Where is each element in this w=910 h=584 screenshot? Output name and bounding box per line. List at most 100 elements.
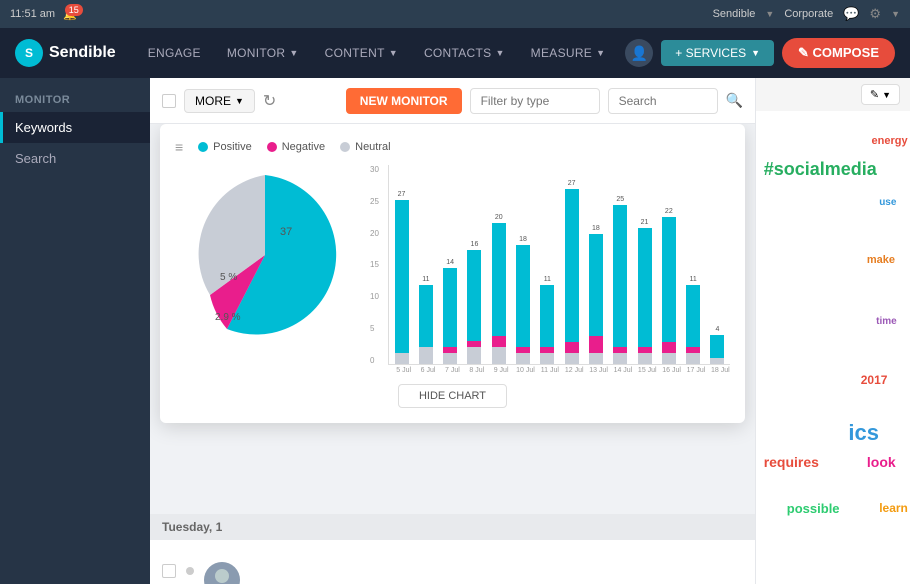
logo-icon: S [15,39,43,67]
bar-positive [467,250,481,341]
chevron-down-icon[interactable]: ▼ [891,9,900,19]
word-cloud-word[interactable]: ics [848,420,879,446]
bar-positive [565,189,579,342]
filter-input[interactable] [470,88,600,114]
bar-neutral [467,347,481,364]
bar-neutral [516,353,530,364]
nav-items: ENGAGE MONITOR ▼ CONTENT ▼ CONTACTS ▼ ME… [136,28,626,78]
chevron-down-icon: ▼ [495,48,504,58]
bar-group: 25 [611,165,630,364]
refresh-button[interactable]: ↻ [263,91,276,111]
word-cloud-word[interactable]: use [879,197,896,208]
nav-item-content[interactable]: CONTENT ▼ [313,28,410,78]
word-cloud-word[interactable]: 2017 [861,373,888,387]
chevron-down-icon: ▼ [389,48,398,58]
chat-icon[interactable]: 💬 [843,6,859,22]
bar-positive [662,217,676,342]
sidebar-item-keywords[interactable]: Keywords [0,112,150,143]
bar-positive [710,335,724,358]
bar-group: 11 [538,165,557,364]
word-cloud-word[interactable]: time [876,316,897,327]
user-avatar[interactable]: 👤 [625,39,653,67]
bar-group: 27 [562,165,581,364]
word-cloud-word[interactable]: possible [787,501,840,516]
bar-neutral [662,353,676,364]
word-cloud-word[interactable]: look [867,454,896,470]
select-all-checkbox[interactable] [162,94,176,108]
top-bar: 11:51 am 🔔 15 Sendible ▼ Corporate 💬 ⚙ ▼ [0,0,910,28]
bar-negative [662,342,676,353]
chart-overlay: ≡ Positive Negative Neutral [160,124,745,423]
bar-neutral [395,353,409,364]
nav-item-measure[interactable]: MEASURE ▼ [519,28,618,78]
feed-avatar [204,562,240,584]
corporate-label: Corporate [784,8,833,20]
content-toolbar: MORE ▼ ↻ NEW MONITOR 🔍 [150,78,755,124]
word-cloud-word[interactable]: requires [764,454,819,470]
bar-group: 14 [441,165,460,364]
gear-icon[interactable]: ⚙ [869,6,881,22]
neutral-color-dot [340,142,350,152]
bar-negative [492,336,506,347]
new-monitor-button[interactable]: NEW MONITOR [346,88,462,114]
bar-group: 21 [635,165,654,364]
legend-negative: Negative [267,141,325,153]
feed-item-placeholder [150,540,755,584]
chart-header: ≡ Positive Negative Neutral [175,139,730,155]
bar-positive [516,245,530,347]
bar-negative [565,342,579,353]
bar-neutral [613,353,627,364]
bar-neutral [638,353,652,364]
feed: ≡ Positive Negative Neutral [150,124,755,584]
word-cloud-word[interactable]: #socialmedia [764,159,877,180]
notification-bell[interactable]: 🔔 15 [63,8,77,21]
logo-text: Sendible [49,44,116,62]
sidebar: MONITOR Keywords Search [0,78,150,584]
hide-chart-button[interactable]: HIDE CHART [398,384,507,408]
sidebar-item-search[interactable]: Search [0,143,150,174]
nav-item-engage[interactable]: ENGAGE [136,28,213,78]
pencil-icon: ✎ [870,88,879,101]
feed-section-tuesday: Tuesday, 1 [150,514,755,540]
pie-chart: 37 2.9 % 5 % [175,165,355,350]
word-cloud-word[interactable]: energy [872,135,908,147]
nav-item-monitor[interactable]: MONITOR ▼ [215,28,311,78]
chart-body: 37 2.9 % 5 % 30 25 20 [175,165,730,374]
right-panel: ✎ ▼ #socialmedia energy use make time 2017 ics… [755,78,910,584]
chevron-down-icon: ▼ [596,48,605,58]
bar-negative [589,336,603,353]
bar-group: 16 [465,165,484,364]
notification-count: 15 [65,4,83,16]
bar-group: 27 [392,165,411,364]
pie-label-positive: 37 [280,226,292,238]
feed-item-checkbox[interactable] [162,564,176,578]
bar-neutral [710,358,724,364]
content-area: MORE ▼ ↻ NEW MONITOR 🔍 ≡ P [150,78,755,584]
chevron-down-icon: ▼ [882,90,891,100]
negative-color-dot [267,142,277,152]
pie-label-neutral: 5 % [220,272,237,283]
bar-positive [492,223,506,336]
chevron-down-icon: ▼ [751,48,760,58]
bar-group: 18 [586,165,605,364]
nav-item-contacts[interactable]: CONTACTS ▼ [412,28,517,78]
main-layout: MONITOR Keywords Search MORE ▼ ↻ NEW MON… [0,78,910,584]
bar-group: 11 [416,165,435,364]
time-display: 11:51 am [10,8,55,20]
compose-button[interactable]: ✎ COMPOSE [782,38,895,68]
hamburger-icon[interactable]: ≡ [175,139,183,155]
more-button[interactable]: MORE ▼ [184,89,255,113]
bar-neutral [443,353,457,364]
legend-positive: Positive [198,141,252,153]
search-button[interactable]: 🔍 [726,92,743,109]
search-input[interactable] [608,88,718,114]
bar-positive [540,285,554,347]
word-cloud-word[interactable]: make [867,254,895,266]
services-button[interactable]: + SERVICES ▼ [661,40,774,66]
edit-button[interactable]: ✎ ▼ [861,84,900,105]
bar-positive [613,205,627,347]
chart-legend: Positive Negative Neutral [198,141,390,153]
bar-chart: 30 25 20 15 10 5 0 271114162018112718252… [370,165,730,374]
word-cloud-word[interactable]: learn [879,501,908,515]
logo[interactable]: S Sendible [15,39,116,67]
